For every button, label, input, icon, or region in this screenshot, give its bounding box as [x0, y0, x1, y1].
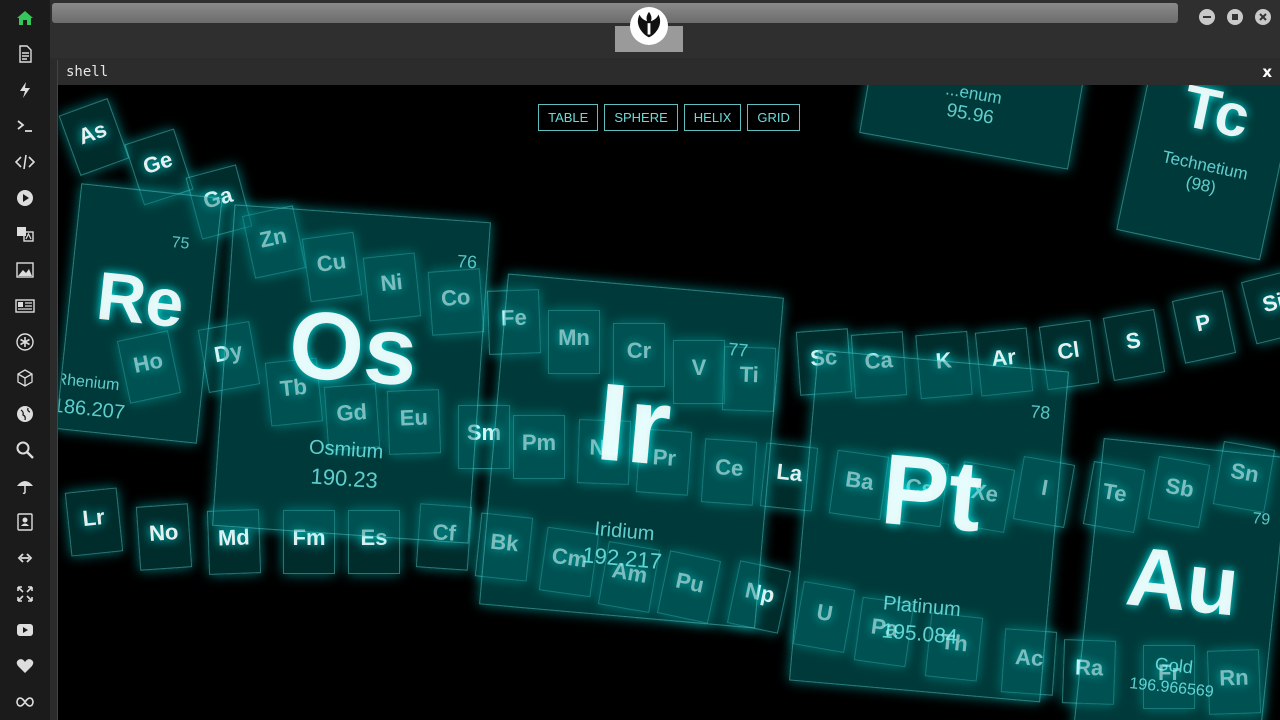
element-symbol: Lr [81, 503, 106, 532]
news-icon[interactable] [13, 294, 37, 318]
element-symbol: Cl [1055, 336, 1082, 365]
translate-icon[interactable] [13, 222, 37, 246]
grid-button[interactable]: GRID [747, 104, 800, 131]
element-card-ir[interactable]: 77 Ir Iridium 192.217 [479, 273, 784, 629]
close-window-icon[interactable] [1255, 9, 1271, 25]
view-mode-menu: TABLE SPHERE HELIX GRID [58, 104, 1280, 131]
bolt-icon[interactable] [13, 78, 37, 102]
element-number: 76 [456, 251, 478, 273]
sphere-button[interactable]: SPHERE [604, 104, 678, 131]
element-symbol: Si [1259, 287, 1280, 318]
element-card-os[interactable]: 76 Os Osmium 190.23 [212, 204, 491, 544]
element-card-pt[interactable]: 78 Pt Platinum 195.084 [789, 349, 1069, 703]
element-tile-s[interactable]: S [1102, 308, 1166, 382]
element-symbol: Re [93, 257, 188, 343]
element-symbol: Os [285, 290, 421, 407]
image-icon[interactable] [13, 258, 37, 282]
element-tile-no[interactable]: No [135, 503, 193, 571]
cube-icon[interactable] [13, 366, 37, 390]
close-button[interactable]: x [1262, 63, 1272, 81]
element-tile-si[interactable]: Si [1241, 269, 1280, 345]
table-button[interactable]: TABLE [538, 104, 599, 131]
minimize-icon[interactable] [1199, 9, 1215, 25]
element-symbol: P [1193, 308, 1213, 337]
globe-icon[interactable] [13, 402, 37, 426]
periodic-table-viewport[interactable]: As Ge Ga Zn Cu Ni Co Fe Mn Cr V Ti Sc Ca K Ar Cl S P Si Ho Dy… [58, 85, 1280, 720]
element-tile-lr[interactable]: Lr [64, 487, 124, 557]
link-icon[interactable] [13, 546, 37, 570]
element-tile-p[interactable]: P [1171, 290, 1237, 364]
search-icon[interactable] [13, 438, 37, 462]
window-titlebar: shell x [58, 60, 1280, 85]
window-title: shell [66, 64, 109, 80]
contacts-icon[interactable] [13, 510, 37, 534]
address-bar[interactable] [52, 3, 1178, 23]
element-symbol: S [1123, 326, 1143, 355]
element-symbol: Au [1122, 528, 1244, 634]
element-number: 77 [727, 339, 750, 361]
element-symbol: Pt [877, 432, 987, 554]
shell-window: shell x As Ge Ga Zn Cu Ni Co Fe Mn Cr V Ti Sc Ca K Ar Cl… [57, 60, 1280, 720]
umbrella-icon[interactable] [13, 474, 37, 498]
home-icon[interactable] [13, 6, 37, 30]
terminal-icon[interactable] [13, 114, 37, 138]
element-number: 75 [170, 234, 191, 253]
helix-button[interactable]: HELIX [683, 104, 742, 131]
rebel-logo-icon [630, 7, 668, 45]
heart-icon[interactable] [13, 654, 37, 678]
element-card-re[interactable]: 75 Re Rhenium 186.207 [58, 183, 223, 444]
infinity-icon[interactable] [13, 690, 37, 714]
code-icon[interactable] [13, 150, 37, 174]
asterisk-icon[interactable] [13, 330, 37, 354]
maximize-icon[interactable] [1227, 9, 1243, 25]
expand-icon[interactable] [13, 582, 37, 606]
element-number: 79 [1251, 510, 1271, 529]
play-icon[interactable] [13, 186, 37, 210]
element-symbol: No [148, 519, 180, 547]
document-icon[interactable] [13, 42, 37, 66]
youtube-icon[interactable] [13, 618, 37, 642]
element-card-au[interactable]: 79 Au Gold 196.966569 [1073, 438, 1280, 720]
element-symbol: Ge [139, 146, 176, 180]
sidebar [0, 0, 50, 720]
element-number: 78 [1029, 401, 1052, 424]
element-symbol: Ir [591, 360, 676, 490]
